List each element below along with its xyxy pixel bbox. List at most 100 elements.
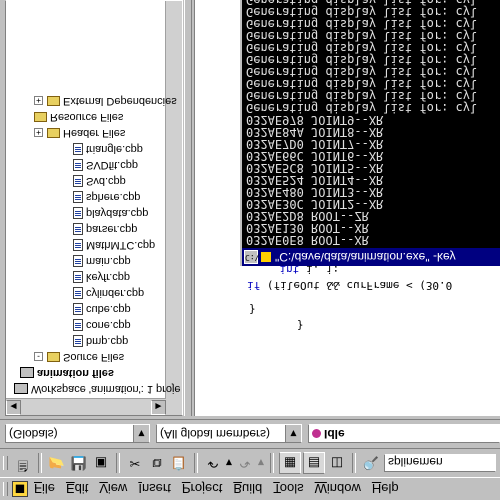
menu-help[interactable]: Help bbox=[372, 482, 399, 497]
menu-edit[interactable]: Edit bbox=[66, 482, 88, 497]
tree-workspace-label: Workspace 'animation': 1 proje bbox=[31, 383, 181, 395]
console-icon[interactable]: C:\ bbox=[244, 250, 259, 264]
tree-file-label: sphere.cpp bbox=[86, 191, 141, 203]
console-window[interactable]: C:\ "C:\dave\data\animation.exe" -key 03… bbox=[240, 0, 500, 266]
horizontal-scrollbar[interactable]: ◀ ▶ bbox=[6, 398, 182, 415]
menu-build[interactable]: Build bbox=[233, 482, 262, 497]
tree-file[interactable]: keyfr.cpp bbox=[73, 269, 130, 285]
function-combo[interactable]: Idle bbox=[308, 424, 500, 443]
tree-file-label: bmp.cpp bbox=[86, 335, 129, 347]
find-in-files-icon[interactable]: 🔍 bbox=[361, 453, 381, 473]
toolbar-separator bbox=[270, 453, 274, 473]
tree-file[interactable]: main.cpp bbox=[73, 253, 131, 269]
console-title-bar[interactable]: C:\ "C:\dave\data\animation.exe" -key bbox=[242, 248, 500, 266]
workspace-icon bbox=[14, 383, 28, 395]
tree-file[interactable]: playdata.cpp bbox=[73, 205, 148, 221]
project-icon bbox=[20, 367, 34, 379]
folder-icon bbox=[261, 252, 271, 262]
tree-file-label: keyfr.cpp bbox=[86, 271, 131, 283]
menubar-grip[interactable] bbox=[3, 482, 8, 496]
console-line: Generating display list for: cyl bbox=[246, 0, 478, 7]
scroll-right-icon[interactable]: ▶ bbox=[151, 400, 166, 415]
tree-file-label: cone.cpp bbox=[86, 319, 131, 331]
console-line: Generating display list for: cyl bbox=[246, 29, 478, 43]
find-combo[interactable]: splinemen bbox=[384, 454, 496, 472]
chevron-down-icon[interactable]: ▼ bbox=[285, 425, 301, 442]
tree-file[interactable]: cone.cpp bbox=[73, 317, 131, 333]
tree-external-dependencies[interactable]: + External Dependencies bbox=[34, 93, 177, 109]
save-all-icon[interactable]: ▣ bbox=[91, 453, 111, 473]
cpp-file-icon bbox=[73, 255, 83, 267]
toolbar-separator bbox=[38, 453, 42, 473]
tree-header-files[interactable]: + Header Files bbox=[34, 125, 125, 141]
tree-file[interactable]: triangle.cpp bbox=[73, 141, 143, 157]
tree-workspace[interactable]: Workspace 'animation': 1 proje bbox=[14, 381, 181, 397]
expand-icon[interactable]: + bbox=[34, 96, 43, 106]
console-line: 032AE0E8 ROOT--XR bbox=[246, 233, 369, 247]
console-line: 032AE978 JOINT9--XR bbox=[246, 113, 384, 127]
vertical-scrollbar[interactable] bbox=[165, 1, 182, 399]
tree-file[interactable]: cylinder.cpp bbox=[73, 285, 144, 301]
cpp-file-icon bbox=[73, 159, 83, 171]
console-line: Generating display list for: cyl bbox=[246, 53, 478, 67]
workspace-icon[interactable]: ▦ bbox=[279, 452, 301, 474]
tree-file-label: playdata.cpp bbox=[86, 207, 149, 219]
members-combo[interactable]: (All global members) ▼ bbox=[156, 424, 302, 443]
tree-file-label: triangle.cpp bbox=[86, 143, 143, 155]
scroll-left-icon[interactable]: ◀ bbox=[6, 400, 21, 415]
cpp-file-icon bbox=[73, 319, 83, 331]
folder-icon bbox=[47, 128, 60, 138]
toolbar-separator bbox=[194, 453, 198, 473]
tree-file[interactable]: bmp.cpp bbox=[73, 333, 128, 349]
code-line: } bbox=[277, 319, 304, 332]
tree-project[interactable]: animation files bbox=[20, 365, 114, 381]
panel-splitter[interactable] bbox=[184, 0, 192, 416]
menu-view[interactable]: View bbox=[99, 482, 127, 497]
tree-file-label: main.cpp bbox=[86, 255, 131, 267]
tree-file-label: Svd.cpp bbox=[86, 175, 126, 187]
window-list-icon[interactable]: ◫ bbox=[327, 453, 347, 473]
console-line: 032AE30C JOINT2--XR bbox=[246, 197, 384, 211]
class-combo[interactable]: (Globals) ▼ bbox=[5, 424, 150, 443]
console-line: Generating display list for: cyl bbox=[246, 65, 478, 79]
tree-header-files-label: Header Files bbox=[63, 127, 126, 139]
app-icon[interactable]: ■ bbox=[12, 481, 28, 497]
tree-source-files[interactable]: - Source Files bbox=[34, 349, 124, 365]
chevron-down-icon[interactable]: ▼ bbox=[133, 425, 149, 442]
tree-resource-files[interactable]: Resource Files bbox=[34, 109, 123, 125]
paste-icon[interactable]: 📋 bbox=[169, 453, 189, 473]
code-line: if (fileOut && curFrame < (30.0 bbox=[247, 279, 453, 292]
tree-source-files-label: Source Files bbox=[63, 351, 125, 363]
menu-insert[interactable]: Insert bbox=[138, 482, 171, 497]
menu-tools[interactable]: Tools bbox=[273, 482, 303, 497]
cpp-file-icon bbox=[73, 303, 83, 315]
new-file-icon[interactable]: 🗎 bbox=[13, 453, 33, 473]
output-icon[interactable]: ▤ bbox=[303, 452, 325, 474]
open-folder-icon[interactable]: 📂 bbox=[47, 453, 67, 473]
cut-icon[interactable]: ✂ bbox=[125, 453, 145, 473]
tree-file[interactable]: MathMTC.cpp bbox=[73, 237, 155, 253]
menu-project[interactable]: Project bbox=[182, 482, 222, 497]
save-icon[interactable]: 💾 bbox=[69, 453, 89, 473]
tree-resource-files-label: Resource Files bbox=[50, 111, 124, 123]
console-line: Generating display list for: cyl bbox=[246, 101, 478, 115]
function-combo-value: Idle bbox=[324, 427, 345, 441]
copy-icon[interactable]: ⧉ bbox=[147, 453, 167, 473]
toolbar-grip[interactable] bbox=[3, 456, 8, 470]
tree-file[interactable]: parser.cpp bbox=[73, 221, 137, 237]
console-line: Generating display list for: cyl bbox=[246, 17, 478, 31]
cpp-file-icon bbox=[73, 271, 83, 283]
tree-file[interactable]: sphere.cpp bbox=[73, 189, 140, 205]
collapse-icon[interactable]: - bbox=[34, 352, 43, 362]
expand-icon[interactable]: + bbox=[34, 128, 43, 138]
redo-dropdown-icon[interactable]: ▼ bbox=[257, 453, 265, 473]
undo-dropdown-icon[interactable]: ▼ bbox=[225, 453, 233, 473]
redo-icon[interactable]: ↷ bbox=[235, 453, 255, 473]
menu-file[interactable]: File bbox=[34, 482, 55, 497]
menu-window[interactable]: Window bbox=[315, 482, 361, 497]
tree-file[interactable]: cube.cpp bbox=[73, 301, 131, 317]
tree-file[interactable]: Svd.cpp bbox=[73, 173, 126, 189]
undo-icon[interactable]: ↶ bbox=[203, 453, 223, 473]
tree-file[interactable]: SVDfit.cpp bbox=[73, 157, 138, 173]
tree-external-dependencies-label: External Dependencies bbox=[63, 95, 177, 107]
